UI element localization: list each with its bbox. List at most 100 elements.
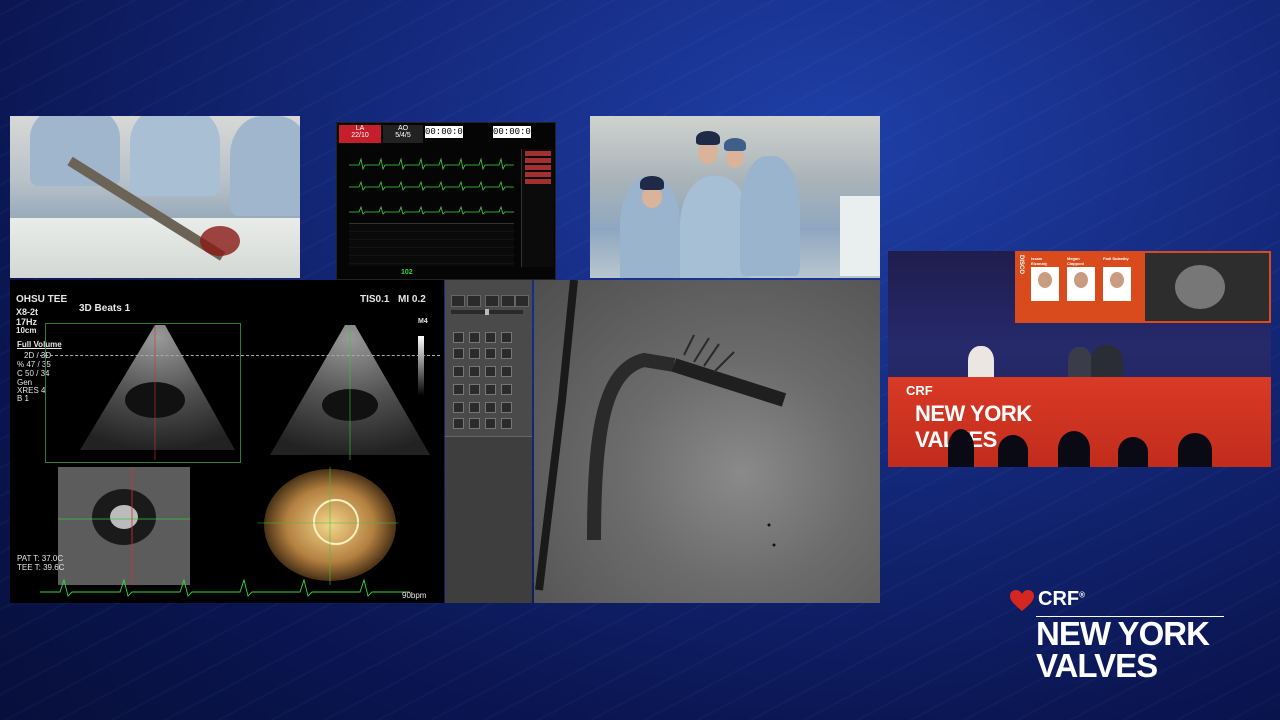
tool-button[interactable] — [453, 348, 464, 359]
studio-screen: DISCO Issam Elzanaty Megan Ciapponi Fadi… — [1015, 251, 1271, 323]
monitor-timer-2: 00:00:00 — [493, 126, 537, 138]
tool-button[interactable] — [485, 332, 496, 343]
tool-button[interactable] — [501, 332, 512, 343]
step-back-button[interactable] — [467, 295, 481, 307]
tool-button[interactable] — [469, 402, 480, 413]
logo-title: NEW YORK VALVES — [1036, 615, 1210, 684]
hemodynamic-monitor: LA 22/10 AO 5/4/5 00:00:00 00:00:00 102 — [336, 122, 556, 280]
tool-button[interactable] — [469, 348, 480, 359]
speaker-photo — [1031, 267, 1059, 301]
tool-button[interactable] — [453, 402, 464, 413]
monitor-timer-1: 00:00:00 — [425, 126, 469, 138]
team-member — [740, 156, 800, 276]
cath-lab-camera-view — [590, 116, 880, 278]
fast-forward-button[interactable] — [515, 295, 529, 307]
ecg-trace — [349, 205, 514, 215]
ecg-trace — [349, 157, 514, 171]
screen-label: DISCO — [1018, 255, 1024, 275]
tool-button[interactable] — [453, 418, 464, 429]
playback-slider-thumb[interactable] — [485, 309, 489, 315]
tool-button[interactable] — [485, 418, 496, 429]
speaker-name: Fadi Sulaeiby — [1103, 256, 1129, 261]
surgeon-figure — [30, 116, 120, 186]
logo-brand: CRF® — [1038, 588, 1086, 610]
tool-button[interactable] — [469, 366, 480, 377]
echo-dashed-line — [40, 355, 440, 356]
tool-button[interactable] — [485, 366, 496, 377]
screen-echo-image — [1145, 253, 1269, 321]
studio-panel-view: DISCO Issam Elzanaty Megan Ciapponi Fadi… — [888, 251, 1271, 467]
surgical-cap — [724, 138, 746, 151]
audience-silhouette — [1178, 433, 1212, 467]
panelist — [1091, 345, 1123, 377]
tool-button[interactable] — [469, 332, 480, 343]
step-forward-button[interactable] — [501, 295, 515, 307]
speaker-name: Issam Elzanaty — [1031, 256, 1048, 266]
tool-button[interactable] — [485, 384, 496, 395]
echo-mi: MI 0.2 — [398, 294, 426, 305]
tool-button[interactable] — [469, 418, 480, 429]
tool-button[interactable] — [501, 384, 512, 395]
ecg-trace — [349, 180, 514, 191]
speaker-photo — [1103, 267, 1131, 301]
monitor-sidebar — [521, 149, 554, 267]
la-value: 22/10 — [351, 132, 369, 139]
speaker-photo — [1067, 267, 1095, 301]
echo-3d-view-gray — [58, 467, 190, 585]
la-pressure-box: LA 22/10 — [339, 125, 381, 143]
desk-brand: CRF — [906, 383, 933, 398]
surgical-site — [200, 226, 240, 256]
imaging-equipment — [840, 196, 880, 276]
tool-button[interactable] — [501, 366, 512, 377]
tool-button[interactable] — [485, 348, 496, 359]
heart-icon — [1010, 590, 1034, 611]
echo-ecg-strip — [40, 578, 410, 597]
echo-depth: 10cm — [16, 326, 37, 335]
echo-title: OHSU TEE — [16, 294, 68, 305]
audience-silhouette — [1058, 431, 1090, 467]
play-button[interactable] — [485, 295, 499, 307]
control-panel-empty-area — [445, 436, 532, 603]
tool-button[interactable] — [453, 384, 464, 395]
imaging-control-panel — [445, 280, 532, 603]
echo-heart-rate: 90bpm — [402, 591, 427, 600]
fluoroscopy-image — [535, 280, 787, 591]
crf-new-york-valves-logo: CRF® NEW YORK VALVES — [1010, 588, 1230, 688]
desk-title-line1: NEW YORK — [915, 401, 1032, 426]
tool-button[interactable] — [501, 348, 512, 359]
speaker-name: Megan Ciapponi — [1067, 256, 1085, 266]
echo-sector-left — [80, 325, 235, 460]
tool-button[interactable] — [453, 366, 464, 377]
fluoroscopy-view — [534, 280, 880, 603]
surgery-camera-view — [10, 116, 300, 278]
logo-title-line2: VALVES — [1036, 647, 1158, 684]
monitor-bottom-value: 102 — [401, 269, 413, 276]
team-member-head — [726, 148, 744, 168]
echo-b: B 1 — [17, 394, 30, 403]
tool-button[interactable] — [501, 402, 512, 413]
empty-channels — [349, 223, 514, 266]
tee-echo-view: OHSU TEE X8-2t 17Hz 10cm 3D Beats 1 TIS0… — [10, 280, 444, 603]
audience-silhouette — [998, 435, 1028, 467]
tool-button[interactable] — [469, 384, 480, 395]
rewind-button[interactable] — [451, 295, 465, 307]
surgeon-figure — [230, 116, 300, 216]
echo-mode-header: 3D Beats 1 — [79, 303, 131, 314]
surgical-cap — [696, 131, 720, 145]
echo-tee-temp: TEE T: 39.6C — [17, 563, 65, 572]
logo-title-line1: NEW YORK — [1036, 615, 1210, 652]
echo-patient-temp: PAT T: 37.0C — [17, 554, 64, 563]
panelist — [1068, 347, 1092, 377]
echo-probe: X8-2t — [16, 307, 39, 317]
echo-3d-view-rendered — [258, 467, 398, 585]
tool-button[interactable] — [453, 332, 464, 343]
surgical-drape — [10, 218, 300, 278]
tool-button[interactable] — [501, 418, 512, 429]
echo-sector-right — [270, 325, 430, 460]
echo-m4: M4 — [418, 318, 428, 325]
team-member-head — [698, 142, 718, 164]
surgical-cap — [640, 176, 664, 190]
surgeon-figure — [130, 116, 220, 196]
ao-pressure-box: AO 5/4/5 — [383, 125, 423, 143]
tool-button[interactable] — [485, 402, 496, 413]
